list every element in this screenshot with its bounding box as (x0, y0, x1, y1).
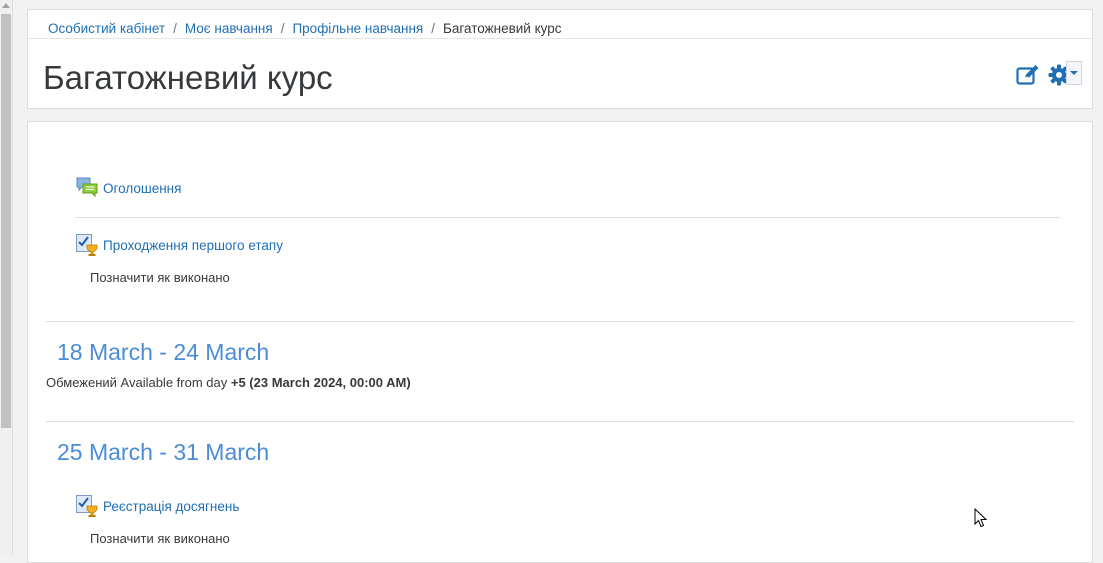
settings-menu-toggle[interactable] (1066, 61, 1082, 85)
page-header: Особистий кабінет / Моє навчання / Профі… (27, 9, 1093, 109)
breadcrumb-separator: / (280, 20, 285, 36)
breadcrumb-current: Багатожневий курс (442, 20, 562, 36)
scrollbar-thumb[interactable] (1, 14, 11, 428)
vertical-scrollbar[interactable] (0, 0, 13, 555)
page-title: Багатожневий курс (43, 59, 333, 96)
edit-icon[interactable] (1016, 64, 1040, 86)
section-title-week-1-text: 18 March - 24 March (57, 339, 270, 365)
breadcrumb-separator: / (173, 20, 177, 36)
course-content: Оголошення Проходження першого етапу Поз… (27, 121, 1093, 563)
activity-link-first-stage[interactable]: Проходження першого етапу (103, 238, 283, 253)
forum-icon (76, 177, 98, 198)
section-title-week-2[interactable]: 25 March - 31 March (57, 439, 269, 466)
scroll-up-arrow-icon[interactable] (2, 3, 10, 8)
activity-link-announcements[interactable]: Оголошення (103, 181, 181, 196)
breadcrumb-link-dashboard[interactable]: Особистий кабінет (48, 21, 165, 36)
activity-divider (75, 217, 1060, 218)
activity-link-achievements[interactable]: Реєстрація досягнень (103, 499, 239, 514)
caret-down-icon (1070, 71, 1078, 75)
badge-certificate-icon (76, 495, 98, 517)
breadcrumb-separator: / (431, 20, 435, 36)
section-title-week-1[interactable]: 18 March - 24 March (57, 339, 269, 366)
activity-forum: Оголошення (75, 176, 181, 200)
restriction-info: Обмежений Available from day +5 (23 Marc… (46, 375, 411, 390)
section-divider (46, 321, 1074, 322)
restriction-date: +5 (23 March 2024, 00:00 AM) (230, 375, 411, 390)
section-divider (46, 421, 1074, 422)
badge-certificate-icon (76, 234, 98, 256)
restriction-prefix: Обмежений Available from day (46, 375, 228, 390)
header-divider (28, 38, 1092, 39)
section-title-week-2-text: 25 March - 31 March (57, 439, 270, 465)
breadcrumb-link-category[interactable]: Профільне навчання (292, 21, 423, 36)
mouse-cursor-icon (974, 508, 988, 528)
breadcrumb: Особистий кабінет / Моє навчання / Профі… (48, 18, 562, 38)
activity-badge-registration: Реєстрація досягнень (75, 494, 239, 518)
breadcrumb-link-my-courses[interactable]: Моє навчання (185, 21, 273, 36)
completion-status[interactable]: Позначити як виконано (90, 270, 230, 285)
activity-badge: Проходження першого етапу (75, 233, 283, 257)
completion-status[interactable]: Позначити як виконано (90, 531, 230, 546)
